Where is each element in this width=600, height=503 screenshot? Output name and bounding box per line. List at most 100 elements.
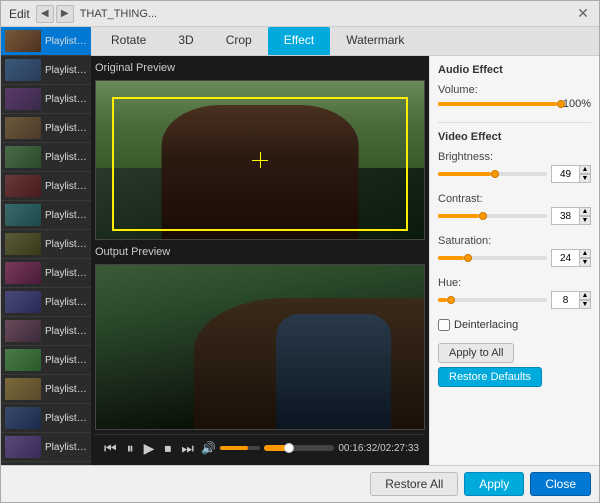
sidebar-thumb-6	[5, 204, 41, 226]
sidebar-item-0[interactable]: Playlist_801	[1, 27, 91, 56]
skip-forward-button[interactable]: ⏭	[178, 439, 197, 457]
sidebar-thumb-1	[5, 59, 41, 81]
hue-down[interactable]: ▼	[579, 300, 591, 309]
stop-button[interactable]: ⏹	[161, 439, 174, 457]
contrast-slider-row: Contrast: 38 ▲ ▼	[438, 193, 591, 225]
sidebar-item-2[interactable]: Playlist_302	[1, 85, 91, 114]
brightness-slider-row: Brightness: 49 ▲ ▼	[438, 151, 591, 183]
sidebar-item-3[interactable]: Playlist_402	[1, 114, 91, 143]
thumb-img-6	[5, 204, 41, 226]
sidebar-item-10[interactable]: Playlist_401	[1, 317, 91, 346]
nav-forward-button[interactable]: ▶	[56, 5, 74, 23]
thumb-img-11	[5, 349, 41, 371]
brightness-spinbox: 49 ▲ ▼	[551, 165, 591, 183]
tab-3d[interactable]: 3D	[162, 27, 209, 55]
progress-bar[interactable]	[264, 445, 334, 451]
thumb-img-8	[5, 262, 41, 284]
sidebar-item-9[interactable]: Playlist_301	[1, 288, 91, 317]
nav-back-button[interactable]: ◀	[36, 5, 54, 23]
sidebar-label-1: Playlist_800	[45, 65, 87, 76]
sidebar-label-13: Playlist_309	[45, 413, 87, 424]
sidebar-item-4[interactable]: Playlist_303	[1, 143, 91, 172]
sidebar-item-11[interactable]: Playlist_300	[1, 346, 91, 375]
tabs-bar: Rotate3DCropEffectWatermark	[91, 27, 599, 56]
brightness-label: Brightness:	[438, 151, 591, 163]
volume-track[interactable]	[438, 102, 557, 106]
sidebar-item-1[interactable]: Playlist_800	[1, 56, 91, 85]
contrast-fill	[438, 214, 479, 218]
restore-all-button[interactable]: Restore All	[370, 472, 458, 496]
brightness-up[interactable]: ▲	[579, 165, 591, 174]
thumb-img-10	[5, 320, 41, 342]
volume-control: 100%	[438, 98, 591, 110]
hue-value[interactable]: 8	[551, 291, 579, 309]
saturation-track[interactable]	[438, 256, 547, 260]
progress-thumb	[284, 443, 294, 453]
sidebar-item-7[interactable]: Playlist_304	[1, 230, 91, 259]
brightness-value[interactable]: 49	[551, 165, 579, 183]
output-video-frame	[96, 265, 424, 429]
tab-crop[interactable]: Crop	[210, 27, 268, 55]
close-button[interactable]: Close	[530, 472, 591, 496]
panels: Original Preview Output Preview	[91, 56, 599, 465]
thumb-img-3	[5, 117, 41, 139]
tab-rotate[interactable]: Rotate	[95, 27, 162, 55]
hue-slider-row: Hue: 8 ▲ ▼	[438, 277, 591, 309]
title-bar: Edit ◀ ▶ THAT_THING... ✕	[1, 1, 599, 27]
hue-track[interactable]	[438, 298, 547, 302]
brightness-down[interactable]: ▼	[579, 174, 591, 183]
saturation-down[interactable]: ▼	[579, 258, 591, 267]
thumb-img-7	[5, 233, 41, 255]
sidebar-thumb-10	[5, 320, 41, 342]
pause-button[interactable]: ⏸	[124, 439, 137, 457]
sidebar-thumb-2	[5, 88, 41, 110]
contrast-down[interactable]: ▼	[579, 216, 591, 225]
sidebar-thumb-8	[5, 262, 41, 284]
deinterlacing-label: Deinterlacing	[454, 319, 518, 331]
sidebar-item-13[interactable]: Playlist_309	[1, 404, 91, 433]
original-preview-box	[95, 80, 425, 240]
sidebar-label-14: Playlist_307	[45, 442, 87, 453]
sidebar-item-8[interactable]: Playlist_404	[1, 259, 91, 288]
apply-to-all-button[interactable]: Apply to All	[438, 343, 514, 363]
window-close-button[interactable]: ✕	[575, 6, 591, 22]
sidebar-label-8: Playlist_404	[45, 268, 87, 279]
saturation-up[interactable]: ▲	[579, 249, 591, 258]
sidebar-item-12[interactable]: Playlist_308	[1, 375, 91, 404]
contrast-track[interactable]	[438, 214, 547, 218]
contrast-up[interactable]: ▲	[579, 207, 591, 216]
output-preview-box	[95, 264, 425, 430]
brightness-track[interactable]	[438, 172, 547, 176]
sidebar-thumb-11	[5, 349, 41, 371]
title-bar-title: Edit	[9, 7, 30, 21]
thumb-img-0	[5, 30, 41, 52]
saturation-fill	[438, 256, 464, 260]
play-button[interactable]: ▶	[141, 439, 158, 457]
hue-fill	[438, 298, 447, 302]
deinterlacing-checkbox[interactable]	[438, 319, 450, 331]
thumb-img-13	[5, 407, 41, 429]
sidebar-item-6[interactable]: Playlist_305	[1, 201, 91, 230]
time-display: 00:16:32/02:27:33	[338, 443, 419, 454]
original-video-frame	[96, 81, 424, 239]
skip-back-button[interactable]: ⏮	[101, 439, 120, 457]
contrast-value[interactable]: 38	[551, 207, 579, 225]
contrast-label: Contrast:	[438, 193, 591, 205]
apply-button[interactable]: Apply	[464, 472, 524, 496]
sidebar-item-14[interactable]: Playlist_307	[1, 433, 91, 462]
saturation-value[interactable]: 24	[551, 249, 579, 267]
sidebar-label-4: Playlist_303	[45, 152, 87, 163]
volume-bar[interactable]	[220, 446, 260, 450]
sidebar-thumb-14	[5, 436, 41, 458]
restore-defaults-button[interactable]: Restore Defaults	[438, 367, 542, 387]
sidebar-label-11: Playlist_300	[45, 355, 87, 366]
tab-effect[interactable]: Effect	[268, 27, 330, 55]
tab-watermark[interactable]: Watermark	[330, 27, 420, 55]
sidebar-thumb-4	[5, 146, 41, 168]
hue-label: Hue:	[438, 277, 591, 289]
hue-up[interactable]: ▲	[579, 291, 591, 300]
thumb-img-1	[5, 59, 41, 81]
effect-action-row: Apply to All Restore Defaults	[438, 343, 591, 387]
bottom-bar: Restore All Apply Close	[1, 465, 599, 502]
sidebar-item-5[interactable]: Playlist_403	[1, 172, 91, 201]
